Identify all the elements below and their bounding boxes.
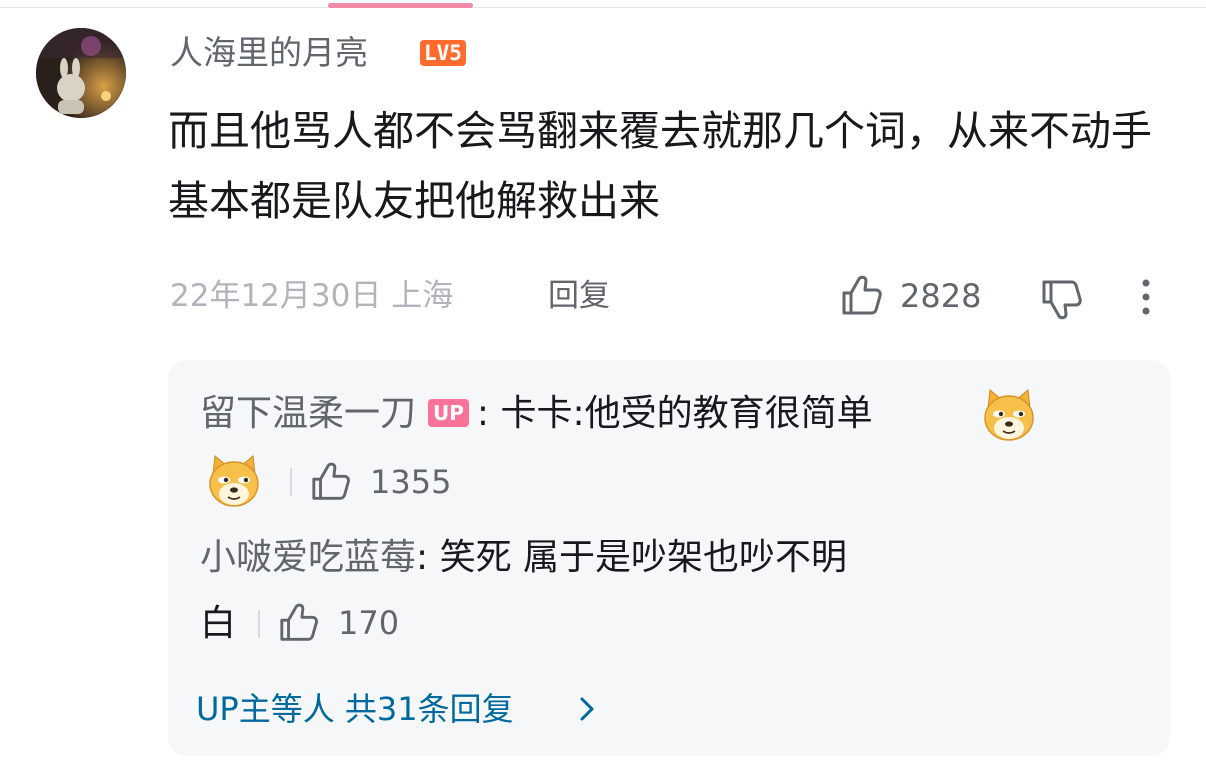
reply-item[interactable]: 小啵爱吃蓝莓: 笑死 属于是吵架也吵不明 [200, 532, 847, 584]
divider [258, 610, 260, 638]
doge-emoji [984, 389, 1034, 441]
comment-text: 而且他骂人都不会骂翻来覆去就那几个词，从来不动手基本都是队友把他解救出来 [168, 107, 1152, 225]
reply-like-count: 1355 [370, 463, 452, 501]
thumbs-up-icon[interactable] [310, 460, 354, 504]
reply-like-count: 170 [338, 604, 400, 642]
divider [290, 468, 292, 496]
reply-item[interactable]: 留下温柔一刀 UP: 卡卡:他受的教育很简单 [200, 388, 873, 440]
up-badge: UP [428, 399, 469, 427]
reply-colon: : [476, 393, 490, 434]
more-vertical-icon[interactable] [1136, 276, 1156, 318]
reply-button[interactable]: 回复 [548, 274, 610, 318]
thumbs-up-icon[interactable] [278, 601, 322, 645]
view-all-replies-link[interactable]: UP主等人 共31条回复 [196, 686, 514, 732]
reply-text: 笑死 属于是吵架也吵不明 [439, 537, 848, 578]
like-count: 2828 [900, 277, 982, 315]
reply-text: 卡卡:他受的教育很简单 [500, 393, 873, 434]
avatar-image [36, 28, 126, 118]
reply-colon: : [416, 537, 429, 578]
tab-indicator [328, 3, 473, 8]
reply-username[interactable]: 留下温柔一刀 [200, 393, 416, 434]
level-badge: LV5 [420, 40, 466, 66]
reply-username[interactable]: 小啵爱吃蓝莓 [200, 537, 416, 578]
thumbs-up-icon[interactable] [840, 273, 886, 319]
top-divider [0, 7, 1206, 8]
comment-date-location: 22年12月30日 上海 [170, 278, 454, 314]
comment-username[interactable]: 人海里的月亮 [170, 30, 368, 76]
chevron-right-icon[interactable] [576, 694, 598, 724]
reply-text-continued: 白 [200, 603, 237, 644]
doge-emoji [209, 455, 259, 507]
avatar[interactable] [36, 28, 126, 118]
thumbs-down-icon[interactable] [1040, 276, 1086, 322]
